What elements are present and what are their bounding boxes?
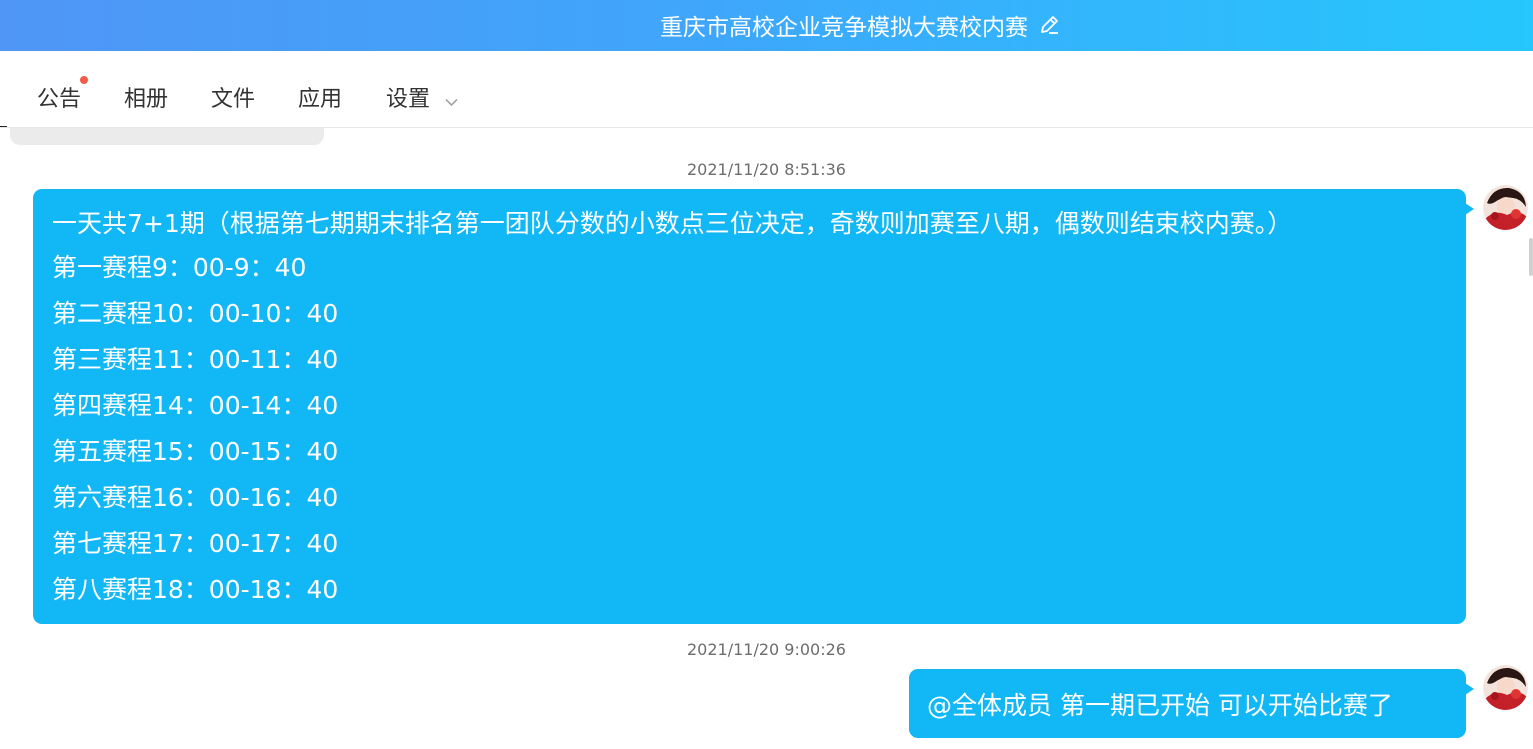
avatar[interactable] (1483, 665, 1528, 710)
message-bubble[interactable]: @全体成员 第一期已开始 可以开始比赛了 (909, 669, 1466, 738)
chevron-down-icon (445, 88, 458, 113)
tab-album[interactable]: 相册 (124, 81, 168, 113)
notification-dot (80, 76, 88, 84)
group-title-bar: 重庆市高校企业竞争模拟大赛校内赛 (0, 0, 1533, 51)
message-timestamp: 2021/11/20 8:51:36 (687, 160, 846, 179)
message-line: 第七赛程17：00-17：40 (52, 529, 339, 558)
group-title-wrap: 重庆市高校企业竞争模拟大赛校内赛 (660, 8, 1060, 42)
message-line: 第六赛程16：00-16：40 (52, 483, 339, 512)
message-line: 第五赛程15：00-15：40 (52, 437, 339, 466)
message-line: 第八赛程18：00-18：40 (52, 575, 339, 604)
previous-message-bubble (10, 128, 324, 145)
pencil-icon[interactable] (1038, 14, 1060, 36)
tab-files-label: 文件 (211, 87, 256, 112)
scrollbar-handle[interactable] (1529, 238, 1533, 276)
bubble-tail (1465, 203, 1474, 215)
divider-tick (0, 126, 7, 127)
tab-settings-label: 设置 (386, 87, 431, 112)
message-line: 第二赛程10：00-10：40 (52, 299, 339, 328)
message-line: 第四赛程14：00-14：40 (52, 391, 339, 420)
tab-apps-label: 应用 (298, 87, 343, 112)
message-bubble[interactable]: 一天共7+1期（根据第七期期末排名第一团队分数的小数点三位决定，奇数则加赛至八期… (33, 189, 1466, 624)
tab-bar: 公告 相册 文件 应用 设置 (0, 51, 1533, 128)
tab-files[interactable]: 文件 (211, 81, 255, 113)
message-timestamp: 2021/11/20 9:00:26 (687, 640, 846, 659)
tab-announcement[interactable]: 公告 (37, 81, 81, 113)
bubble-tail (1465, 683, 1474, 695)
message-line: 一天共7+1期（根据第七期期末排名第一团队分数的小数点三位决定，奇数则加赛至八期… (52, 209, 1293, 238)
message-line: 第三赛程11：00-11：40 (52, 345, 339, 374)
tab-settings[interactable]: 设置 (386, 81, 458, 113)
message-text: @全体成员 第一期已开始 可以开始比赛了 (927, 690, 1393, 720)
group-title: 重庆市高校企业竞争模拟大赛校内赛 (660, 15, 1028, 41)
avatar[interactable] (1483, 185, 1528, 230)
tab-apps[interactable]: 应用 (298, 81, 342, 113)
tab-announcement-label: 公告 (37, 87, 82, 112)
message-line: 第一赛程9：00-9：40 (52, 253, 307, 282)
tab-album-label: 相册 (124, 87, 169, 112)
